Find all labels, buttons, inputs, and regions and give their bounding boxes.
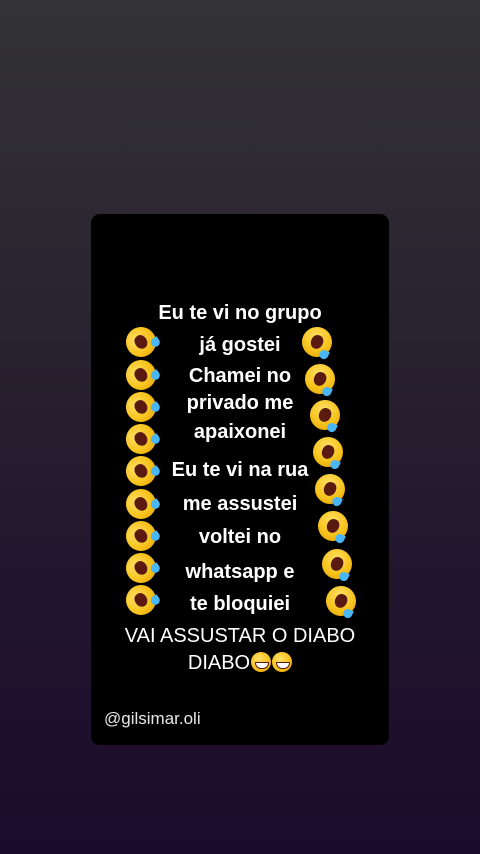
poem-line-5: apaixonei [193, 421, 287, 443]
grinning-face-icon [251, 652, 272, 672]
author-watermark: @gilsimar.oli [104, 709, 201, 728]
poem-line-10: te bloquiei [190, 593, 290, 615]
grinning-sweat-icon [272, 652, 293, 672]
closing-line-2-wrapper: DIABO [0, 651, 480, 675]
poem-line-2: já gostei [199, 334, 281, 356]
poem-line-3: Chamei no [188, 365, 292, 387]
poem-line-7: me assustei [182, 493, 298, 515]
closing-line-1: VAI ASSUSTAR O DIABO [124, 625, 356, 647]
poem-line-6: Eu te vi na rua [171, 459, 309, 481]
poem-line-9: whatsapp e [185, 561, 295, 583]
poem-line-1: Eu te vi no grupo [158, 302, 322, 324]
closing-line-2: DIABO [187, 652, 251, 674]
poem-line-4: privado me [186, 392, 294, 414]
poem-line-8: voltei no [198, 526, 282, 548]
